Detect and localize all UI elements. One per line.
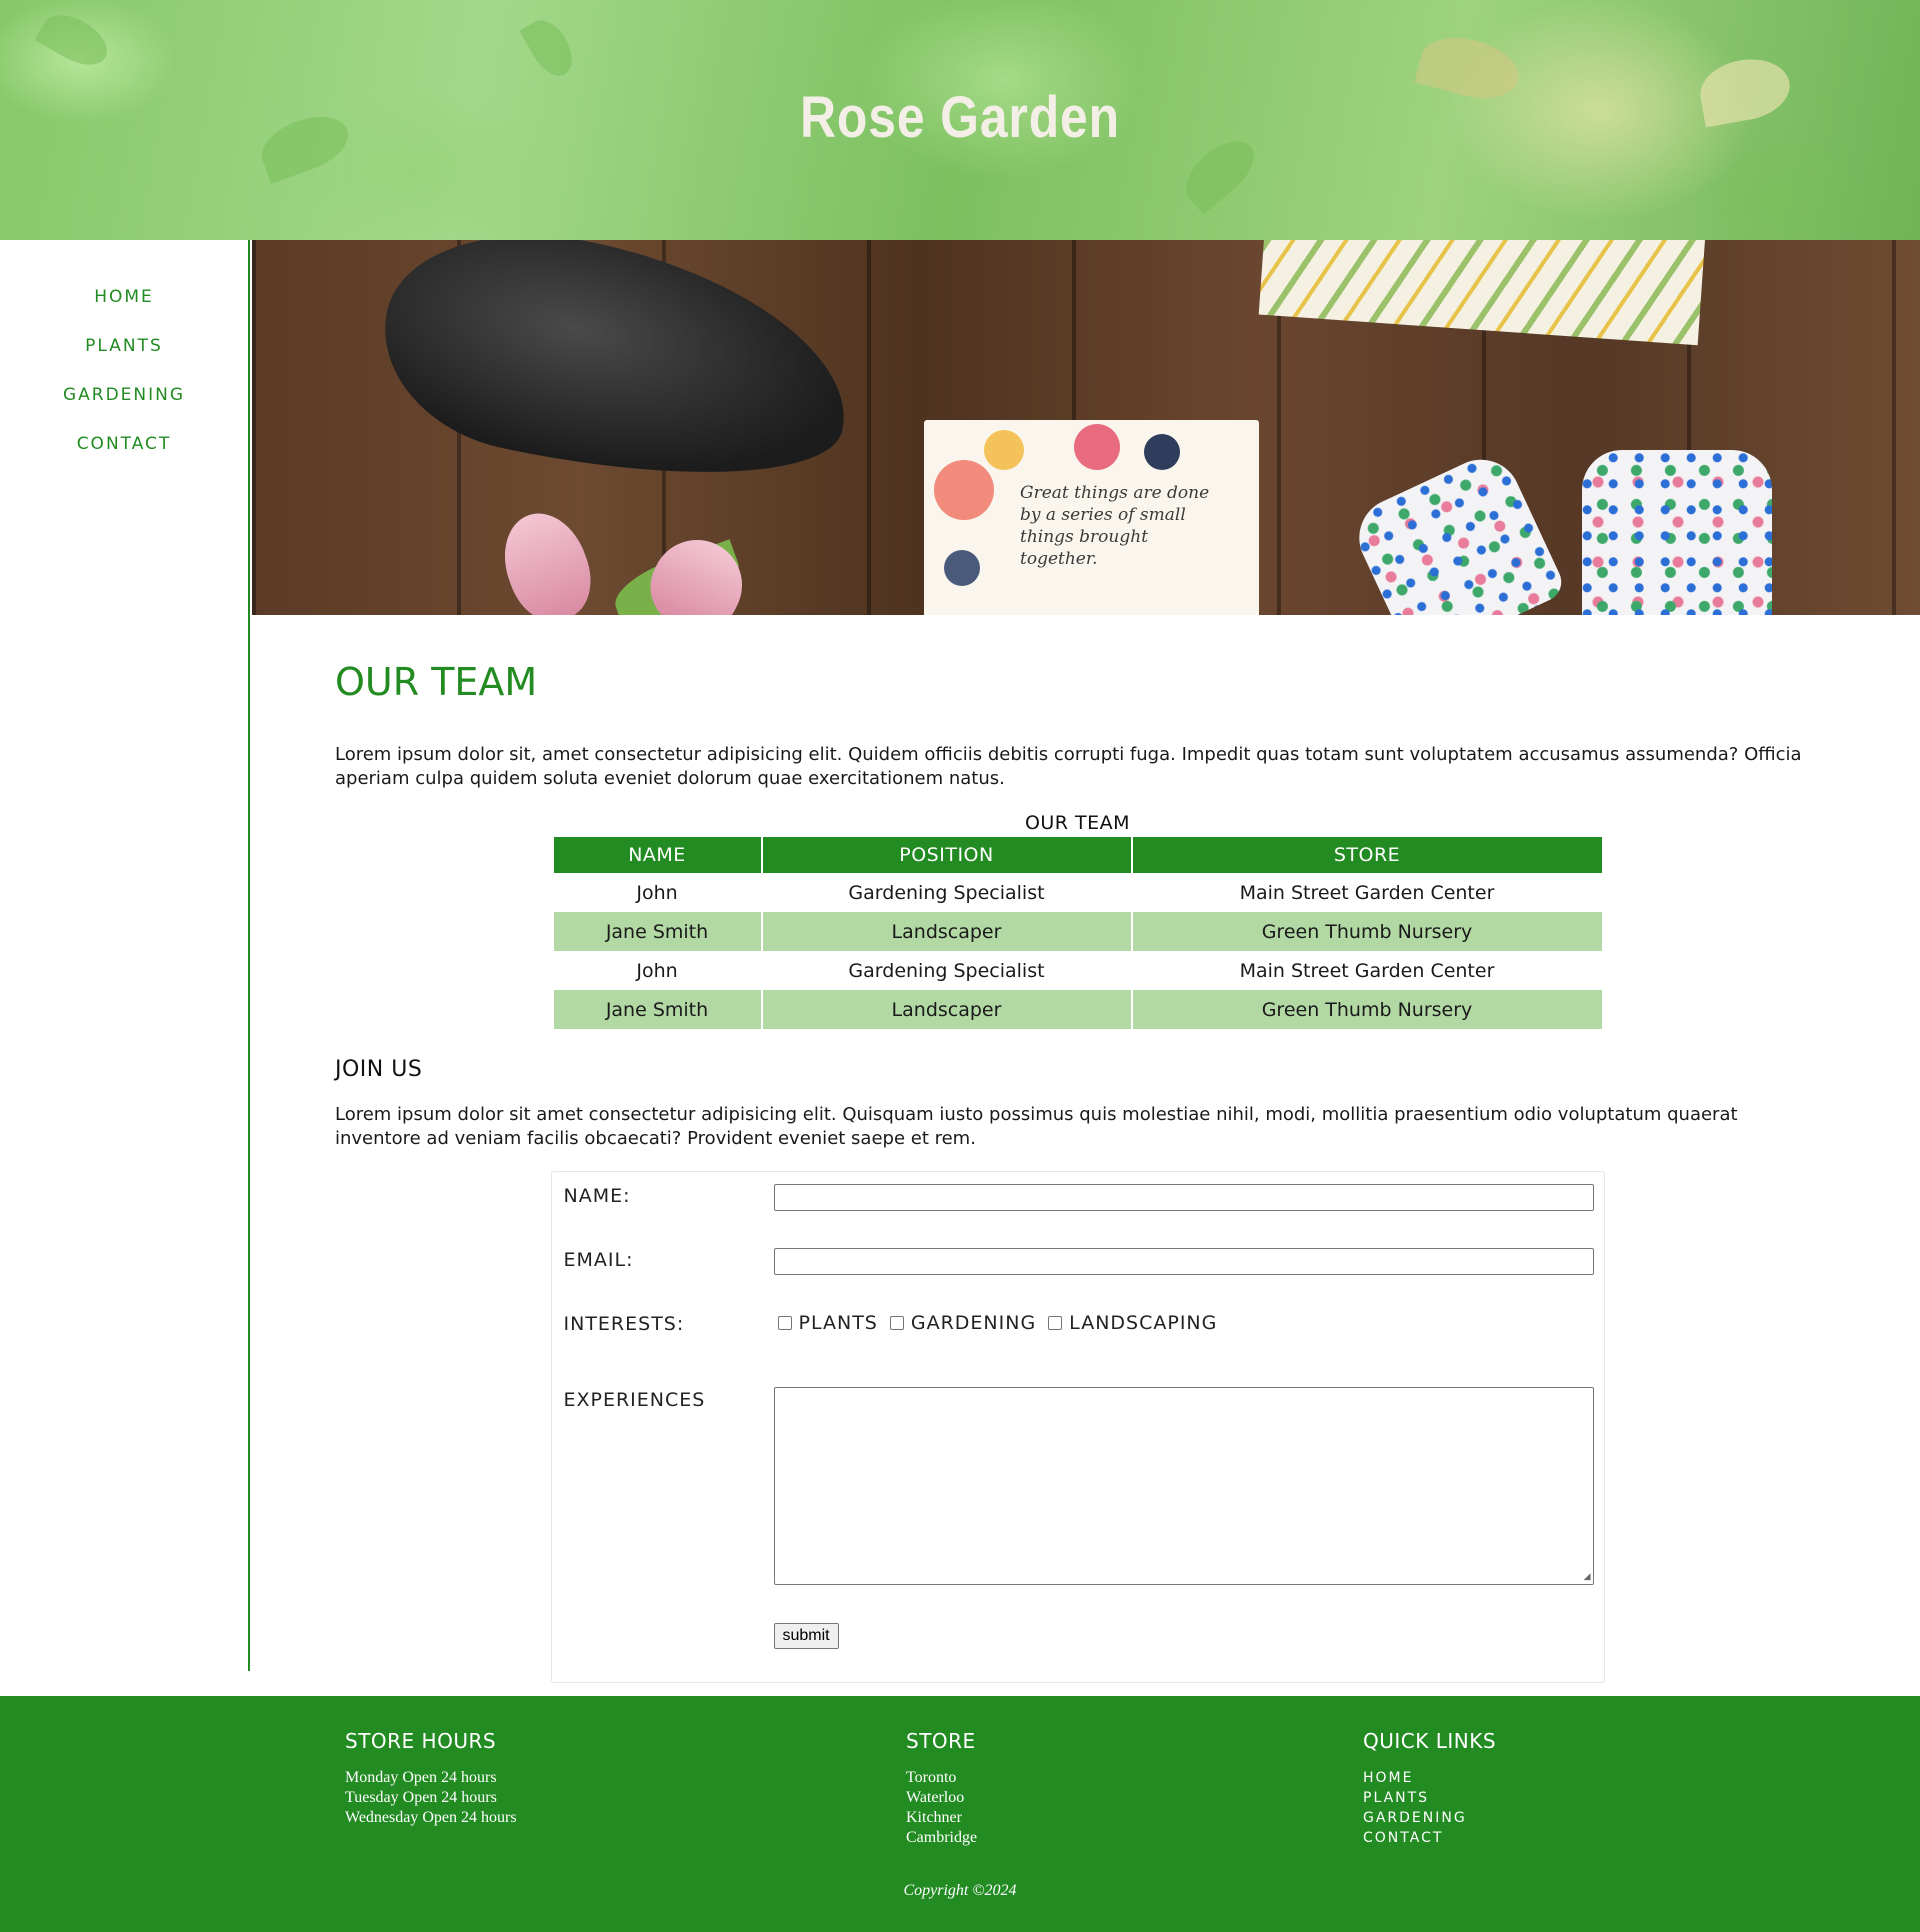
hero-image: Great things are done by a series of sma…: [252, 240, 1920, 615]
nav-link-gardening[interactable]: GARDENING: [63, 385, 185, 405]
nav-item-contact: CONTACT: [0, 419, 248, 468]
sidebar: HOME PLANTS GARDENING CONTACT: [0, 240, 250, 1671]
footer-store: STORE Toronto Waterloo Kitchner Cambridg…: [906, 1726, 977, 1848]
table-row: John Gardening Specialist Main Street Ga…: [553, 951, 1602, 990]
nav-link-contact[interactable]: CONTACT: [77, 434, 172, 454]
cell-name: Jane Smith: [553, 990, 763, 1029]
footer-link-gardening[interactable]: GARDENING: [1363, 1808, 1496, 1828]
cell-name: John: [553, 951, 763, 990]
nav-item-home: HOME: [0, 272, 248, 321]
footer-store-heading: STORE: [906, 1729, 976, 1753]
table-row: Jane Smith Landscaper Green Thumb Nurser…: [553, 912, 1602, 951]
checkbox-label-plants: PLANTS: [798, 1312, 878, 1334]
cell-store: Main Street Garden Center: [1239, 959, 1495, 982]
cell-position: Gardening Specialist: [761, 951, 1133, 990]
column-header-position: POSITION: [761, 837, 1133, 873]
footer-links-heading: QUICK LINKS: [1363, 1729, 1497, 1753]
interests-label: INTERESTS:: [563, 1313, 685, 1335]
card-flower: [944, 550, 980, 586]
card-quote: Great things are done by a series of sma…: [1020, 483, 1210, 569]
cell-store: Green Thumb Nursery: [1131, 990, 1602, 1029]
card-flower: [1074, 424, 1120, 470]
cell-position: Gardening Specialist: [761, 873, 1133, 912]
header-banner: Rose Garden: [0, 0, 1920, 240]
checkbox-label-landscaping: LANDSCAPING: [1069, 1312, 1218, 1334]
checkbox-landscaping[interactable]: [1048, 1316, 1063, 1330]
cell-store: Green Thumb Nursery: [1131, 912, 1602, 951]
checkbox-label-gardening: GARDENING: [910, 1312, 1037, 1334]
email-field[interactable]: [773, 1248, 1594, 1275]
copyright: Copyright ©2024: [903, 1882, 1017, 1899]
leaf-decoration: [34, 5, 116, 75]
column-header-name: NAME: [553, 837, 763, 873]
footer-hours-heading: STORE HOURS: [345, 1729, 497, 1753]
cell-name: John: [553, 873, 763, 912]
site-title: Rose Garden: [800, 85, 1120, 150]
main-content: OUR TEAM Lorem ipsum dolor sit, amet con…: [335, 615, 1820, 1683]
footer-link-contact[interactable]: CONTACT: [1363, 1828, 1496, 1848]
team-table: OUR TEAM NAME POSITION STORE John Garden…: [553, 809, 1602, 1029]
tulip-flower: [637, 525, 757, 615]
table-row: Jane Smith Landscaper Green Thumb Nurser…: [553, 990, 1602, 1029]
footer: STORE HOURS Monday Open 24 hours Tuesday…: [0, 1696, 1920, 1932]
checkbox-plants[interactable]: [777, 1316, 792, 1330]
cell-name: Jane Smith: [553, 912, 763, 951]
floral-cloth: [1258, 240, 1706, 346]
join-form: NAME: EMAIL: INTERESTS: PLANTS GARDENING…: [550, 1171, 1605, 1683]
experiences-label: EXPERIENCES: [563, 1389, 706, 1411]
cell-store: Main Street Garden Center: [1239, 881, 1495, 904]
table-header-row: NAME POSITION STORE: [553, 837, 1602, 873]
join-paragraph: Lorem ipsum dolor sit amet consectetur a…: [335, 1104, 1738, 1149]
intro-paragraph: Lorem ipsum dolor sit, amet consectetur …: [335, 744, 1802, 789]
name-field[interactable]: [773, 1184, 1594, 1211]
card-flower: [1144, 434, 1180, 470]
footer-quick-links: QUICK LINKS HOME PLANTS GARDENING CONTAC…: [1363, 1726, 1496, 1848]
hours-line: Tuesday Open 24 hours: [345, 1789, 497, 1806]
submit-button[interactable]: submit: [773, 1623, 839, 1649]
store-line: Toronto: [906, 1769, 957, 1786]
footer-link-home[interactable]: HOME: [1363, 1768, 1496, 1788]
cell-position: Landscaper: [761, 912, 1133, 951]
store-line: Waterloo: [906, 1789, 965, 1806]
store-line: Cambridge: [906, 1829, 978, 1846]
trowel-image: [364, 240, 870, 517]
nav-link-plants[interactable]: PLANTS: [85, 336, 163, 356]
hours-line: Monday Open 24 hours: [345, 1769, 497, 1786]
card-flower: [934, 460, 994, 520]
table-caption: OUR TEAM: [1024, 812, 1131, 834]
nav-link-home[interactable]: HOME: [94, 287, 154, 307]
footer-link-plants[interactable]: PLANTS: [1363, 1788, 1496, 1808]
card-flower: [984, 430, 1024, 470]
column-header-store: STORE: [1131, 837, 1602, 873]
nav-item-plants: PLANTS: [0, 321, 248, 370]
page-title: OUR TEAM: [335, 660, 538, 704]
footer-store-hours: STORE HOURS Monday Open 24 hours Tuesday…: [345, 1726, 517, 1828]
quote-card: Great things are done by a series of sma…: [924, 420, 1259, 615]
garden-glove: [1346, 446, 1568, 615]
checkbox-gardening[interactable]: [889, 1316, 904, 1330]
interests-group: PLANTS GARDENING LANDSCAPING: [774, 1312, 1226, 1334]
tulip-flower: [490, 501, 604, 615]
store-line: Kitchner: [906, 1809, 962, 1826]
name-label: NAME:: [563, 1185, 631, 1207]
cell-position: Landscaper: [761, 990, 1133, 1029]
hours-line: Wednesday Open 24 hours: [345, 1809, 517, 1826]
sidebar-nav: HOME PLANTS GARDENING CONTACT: [0, 240, 248, 468]
resize-grip-icon[interactable]: ◢: [1584, 1572, 1591, 1582]
leaf-decoration: [519, 13, 581, 83]
table-row: John Gardening Specialist Main Street Ga…: [553, 873, 1602, 912]
garden-glove: [1582, 450, 1772, 615]
experiences-textarea[interactable]: ◢: [773, 1387, 1594, 1585]
join-heading: JOIN US: [335, 1057, 423, 1082]
email-label: EMAIL:: [563, 1249, 634, 1271]
nav-item-gardening: GARDENING: [0, 370, 248, 419]
